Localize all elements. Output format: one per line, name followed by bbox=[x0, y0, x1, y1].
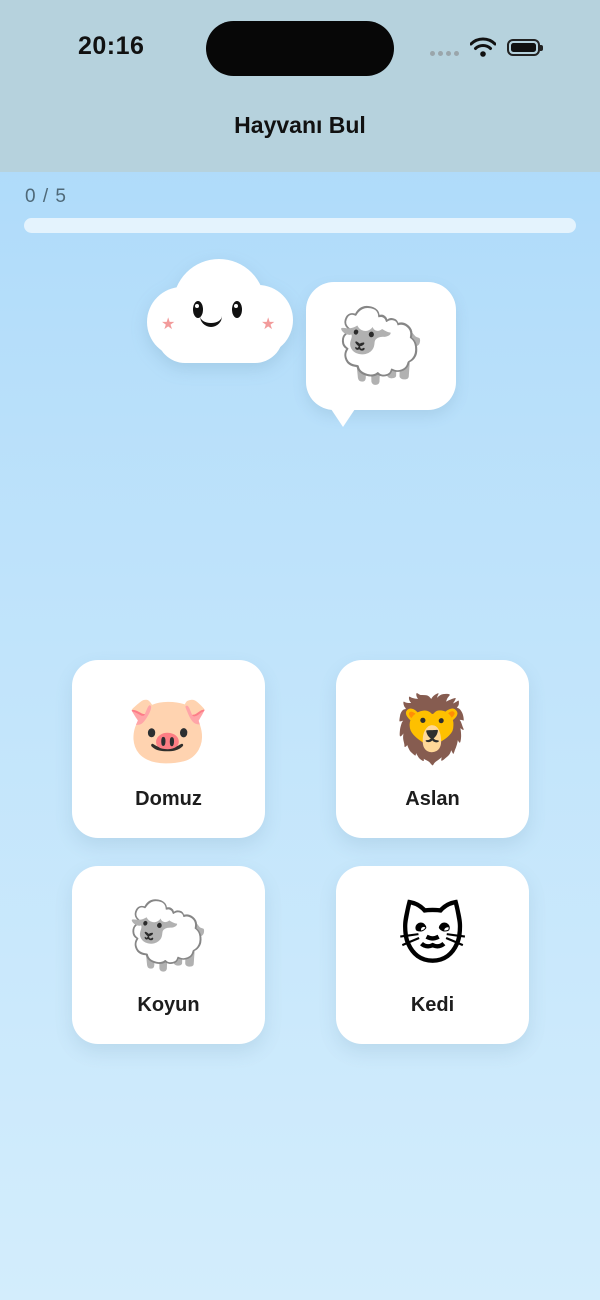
smiling-cloud-icon: ★ ★ bbox=[145, 257, 295, 367]
prompt-speech-bubble: 🐑 bbox=[306, 282, 456, 410]
option-label: Kedi bbox=[410, 994, 455, 1016]
option-card-kedi[interactable]: 🐱 Kedi bbox=[336, 866, 529, 1044]
cloud-cheek-right: ★ bbox=[261, 316, 276, 333]
option-label: Aslan bbox=[405, 788, 460, 810]
cloud-eye-right bbox=[232, 301, 242, 318]
progress-bar bbox=[24, 218, 576, 233]
lion-icon: 🦁 bbox=[391, 692, 474, 766]
page-title: Hayvanı Bul bbox=[234, 112, 366, 138]
cellular-signal-icon bbox=[430, 51, 459, 56]
status-time: 20:16 bbox=[78, 32, 145, 60]
battery-icon bbox=[507, 39, 543, 56]
progress-counter: 0 / 5 bbox=[25, 186, 67, 207]
option-card-koyun[interactable]: 🐑 Koyun bbox=[72, 866, 265, 1044]
wifi-icon bbox=[469, 37, 497, 62]
prompt-animal-icon: 🐑 bbox=[336, 306, 426, 386]
option-label: Koyun bbox=[137, 994, 200, 1016]
option-label: Domuz bbox=[135, 788, 202, 810]
sheep-icon: 🐑 bbox=[127, 898, 210, 972]
dynamic-island bbox=[206, 21, 394, 76]
speech-bubble-tail bbox=[331, 409, 355, 427]
option-card-domuz[interactable]: 🐷 Domuz bbox=[72, 660, 265, 838]
option-card-aslan[interactable]: 🦁 Aslan bbox=[336, 660, 529, 838]
pig-icon: 🐷 bbox=[127, 692, 210, 766]
top-bar: 20:16 Hayvanı Bul bbox=[0, 0, 600, 172]
cloud-cheek-left: ★ bbox=[161, 316, 176, 333]
cat-icon: 🐱 bbox=[398, 898, 467, 972]
